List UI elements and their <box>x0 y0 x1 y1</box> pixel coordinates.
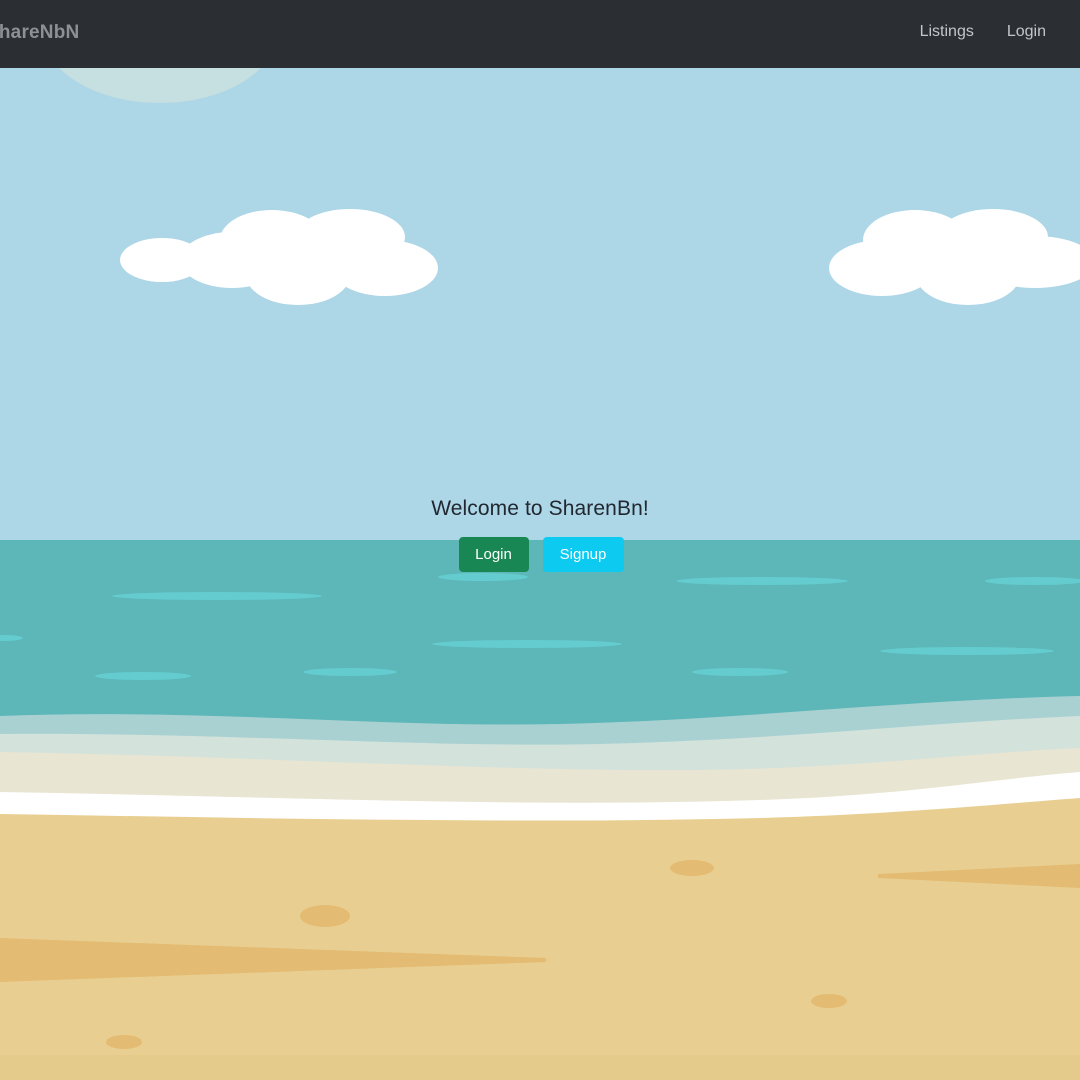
welcome-heading: Welcome to SharenBn! <box>431 497 649 520</box>
nav-link-listings[interactable]: Listings <box>920 23 974 41</box>
hero-welcome: Welcome to SharenBn! Login Signup <box>0 497 1080 572</box>
sand <box>0 798 1080 1080</box>
brand-logo-link[interactable]: ShareNbN <box>0 22 79 44</box>
nav-link-login[interactable]: Login <box>1007 23 1046 41</box>
signup-button[interactable]: Signup <box>542 537 624 572</box>
nav-links: Listings Login <box>920 23 1046 41</box>
top-navbar: ShareNbN Listings Login <box>0 0 1080 68</box>
login-button[interactable]: Login <box>458 537 529 572</box>
hero-actions: Login Signup <box>0 537 1080 572</box>
